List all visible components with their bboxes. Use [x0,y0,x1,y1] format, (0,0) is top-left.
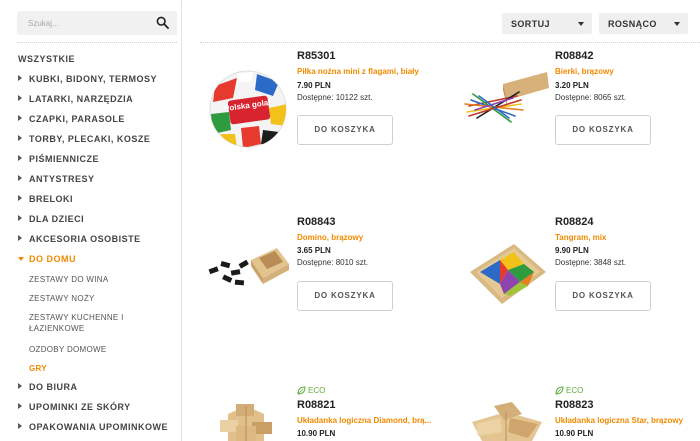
product-price: 9.90 PLN [555,246,589,255]
product-image-star-puzzle[interactable] [466,402,550,441]
add-to-cart-button[interactable]: DO KOSZYKA [297,115,393,145]
search-icon[interactable] [156,16,169,29]
category-item[interactable]: LATARKI, NARZĘDZIA [18,94,133,104]
category-item[interactable]: KUBKI, BIDONY, TERMOSY [18,74,157,84]
eco-badge: ECO [566,386,584,395]
product-code[interactable]: R08824 [555,216,594,228]
chevron-right-icon [18,235,22,241]
subcategory-item[interactable]: ZESTAWY NOŻY [29,293,95,304]
sidebar: WSZYSTKIE KUBKI, BIDONY, TERMOSY LATARKI… [0,0,182,441]
search-box [17,11,177,35]
product-stock: Dostępne: 8010 szt. [297,258,369,267]
product-name[interactable]: Piłka nożna mini z flagami, biały [297,67,419,76]
add-to-cart-button[interactable]: DO KOSZYKA [555,115,651,145]
order-label: ROSNĄCO [608,19,657,29]
product-stock: Dostępne: 3848 szt. [555,258,627,267]
search-input[interactable] [17,11,147,35]
product-image-sticks[interactable] [463,66,549,138]
order-dropdown[interactable]: ROSNĄCO [599,13,688,34]
chevron-right-icon [18,115,22,121]
product-code[interactable]: R85301 [297,50,336,62]
leaf-icon [555,386,564,395]
chevron-right-icon [18,195,22,201]
product-price: 10.90 PLN [555,429,594,438]
product-name[interactable]: Układanka logiczna Diamond, brą... [297,416,431,425]
product-image-ball[interactable]: Polska gola! [207,68,289,150]
category-all[interactable]: WSZYSTKIE [18,54,75,64]
category-label: KUBKI, BIDONY, TERMOSY [29,74,158,84]
leaf-icon [297,386,306,395]
product-name[interactable]: Tangram, mix [555,233,606,242]
product-code[interactable]: R08823 [555,399,594,411]
subcategory-item[interactable]: ZESTAWY KUCHENNE I ŁAZIENKOWE [29,312,159,334]
toolbar-divider [200,42,700,43]
chevron-right-icon [18,135,22,141]
category-label: DO BIURA [29,382,78,392]
chevron-right-icon [18,155,22,161]
category-item[interactable]: TORBY, PLECAKI, KOSZE [18,134,150,144]
product-price: 10.90 PLN [297,429,336,438]
chevron-right-icon [18,383,22,389]
category-label: PIŚMIENNICZE [29,154,100,164]
category-label: TORBY, PLECAKI, KOSZE [29,134,151,144]
chevron-right-icon [18,95,22,101]
category-label: CZAPKI, PARASOLE [29,114,125,124]
product-code[interactable]: R08842 [555,50,594,62]
category-label: DO DOMU [29,254,76,264]
category-item[interactable]: UPOMINKI ZE SKÓRY [18,402,131,412]
category-label: BRELOKI [29,194,73,204]
product-name[interactable]: Bierki, brązowy [555,67,614,76]
add-to-cart-button[interactable]: DO KOSZYKA [297,281,393,311]
sort-label: SORTUJ [511,19,550,29]
chevron-down-icon [18,257,24,261]
product-name[interactable]: Układanka logiczna Star, brązowy [555,416,683,425]
product-name[interactable]: Domino, brązowy [297,233,363,242]
sort-dropdown[interactable]: SORTUJ [502,13,592,34]
add-to-cart-button[interactable]: DO KOSZYKA [555,281,651,311]
chevron-right-icon [18,215,22,221]
category-item[interactable]: DO BIURA [18,382,78,392]
chevron-right-icon [18,403,22,409]
product-code[interactable]: R08821 [297,399,336,411]
category-label: DLA DZIECI [29,214,85,224]
product-price: 7.90 PLN [297,81,331,90]
product-image-puzzle[interactable] [206,400,292,441]
category-item[interactable]: BRELOKI [18,194,73,204]
eco-badge: ECO [308,386,326,395]
caret-down-icon [578,22,584,26]
subcategory-item[interactable]: ZESTAWY DO WINA [29,274,108,285]
subcategory-item-active[interactable]: GRY [29,363,47,374]
category-item-active[interactable]: DO DOMU [18,254,76,264]
category-label: OPAKOWANIA UPOMINKOWE [29,422,168,432]
category-label: WSZYSTKIE [18,54,76,64]
caret-down-icon [674,22,680,26]
product-stock: Dostępne: 10122 szt. [297,93,373,102]
category-label: LATARKI, NARZĘDZIA [29,94,134,104]
category-item[interactable]: AKCESORIA OSOBISTE [18,234,141,244]
category-item[interactable]: OPAKOWANIA UPOMINKOWE [18,422,168,432]
category-item[interactable]: PIŚMIENNICZE [18,154,99,164]
product-stock: Dostępne: 8065 szt. [555,93,627,102]
category-label: UPOMINKI ZE SKÓRY [29,402,131,412]
product-image-tangram[interactable] [464,236,550,310]
chevron-right-icon [18,175,22,181]
category-label: AKCESORIA OSOBISTE [29,234,141,244]
chevron-right-icon [18,423,22,429]
product-code[interactable]: R08843 [297,216,336,228]
category-label: ANTYSTRESY [29,174,95,184]
subcategory-item[interactable]: OZDOBY DOMOWE [29,344,107,355]
product-image-domino[interactable] [205,240,291,296]
product-price: 3.65 PLN [297,246,331,255]
sidebar-divider [17,42,177,43]
category-item[interactable]: DLA DZIECI [18,214,84,224]
category-item[interactable]: ANTYSTRESY [18,174,95,184]
product-price: 3.20 PLN [555,81,589,90]
chevron-right-icon [18,75,22,81]
category-item[interactable]: CZAPKI, PARASOLE [18,114,125,124]
